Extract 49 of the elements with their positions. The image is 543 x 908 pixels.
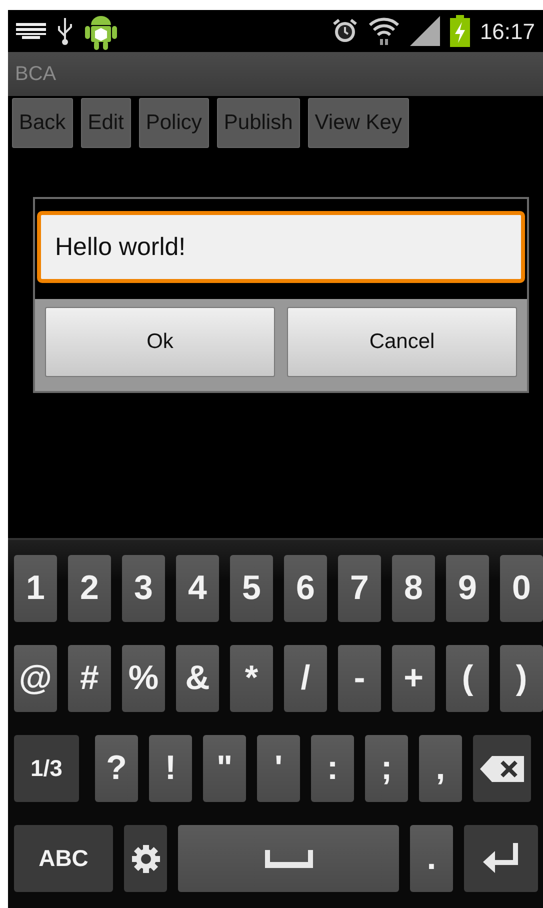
- key[interactable]: !: [149, 735, 192, 802]
- key[interactable]: .: [410, 825, 453, 892]
- key[interactable]: :: [311, 735, 354, 802]
- key[interactable]: 5: [230, 555, 273, 622]
- settings-icon: [130, 844, 160, 874]
- key[interactable]: 0: [500, 555, 543, 622]
- enter-key[interactable]: [464, 825, 538, 892]
- status-time: 16:17: [480, 18, 535, 46]
- input-field[interactable]: Hello world!: [37, 211, 525, 283]
- backspace-key[interactable]: [473, 735, 531, 802]
- key[interactable]: ': [257, 735, 300, 802]
- battery-icon: [450, 15, 470, 47]
- app-title: BCA: [15, 62, 56, 87]
- key[interactable]: ;: [365, 735, 408, 802]
- key[interactable]: ,: [419, 735, 462, 802]
- dialog-button[interactable]: Ok: [45, 307, 275, 377]
- key[interactable]: @: [14, 645, 57, 712]
- key[interactable]: 6: [284, 555, 327, 622]
- key[interactable]: +: [392, 645, 435, 712]
- key[interactable]: (: [446, 645, 489, 712]
- key[interactable]: &: [176, 645, 219, 712]
- key[interactable]: 9: [446, 555, 489, 622]
- key[interactable]: ": [203, 735, 246, 802]
- key[interactable]: *: [230, 645, 273, 712]
- key[interactable]: 1: [14, 555, 57, 622]
- key[interactable]: 3: [122, 555, 165, 622]
- enter-icon: [483, 842, 519, 874]
- key[interactable]: 8: [392, 555, 435, 622]
- key[interactable]: /: [284, 645, 327, 712]
- key[interactable]: #: [68, 645, 111, 712]
- keyboard-icon: [16, 23, 46, 39]
- space-icon: [264, 850, 312, 868]
- key[interactable]: %: [122, 645, 165, 712]
- wifi-icon: [368, 15, 400, 47]
- key[interactable]: -: [338, 645, 381, 712]
- key[interactable]: 2: [68, 555, 111, 622]
- alarm-icon: [332, 18, 358, 44]
- dialog-button[interactable]: Cancel: [287, 307, 517, 377]
- key[interactable]: 7: [338, 555, 381, 622]
- space-key[interactable]: [178, 825, 399, 892]
- key[interactable]: 1/3: [14, 735, 79, 802]
- settings-key[interactable]: [124, 825, 167, 892]
- signal-icon: [410, 16, 440, 46]
- key[interactable]: 4: [176, 555, 219, 622]
- usb-icon: [56, 16, 74, 46]
- key[interactable]: ?: [95, 735, 138, 802]
- key[interactable]: ABC: [14, 825, 113, 892]
- backspace-icon: [480, 756, 524, 782]
- key[interactable]: ): [500, 645, 543, 712]
